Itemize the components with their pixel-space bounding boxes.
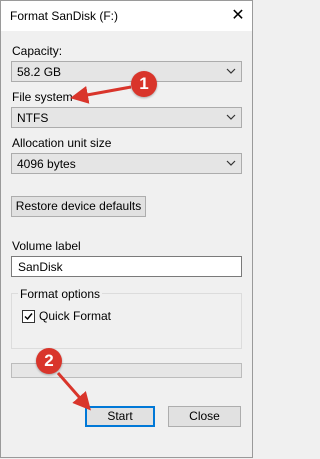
chevron-down-icon — [226, 68, 236, 74]
capacity-label: Capacity: — [12, 44, 63, 58]
annotation-badge-1: 1 — [131, 71, 157, 97]
chevron-down-icon — [226, 160, 236, 166]
allocation-value: 4096 bytes — [17, 157, 76, 171]
window-title: Format SanDisk (F:) — [10, 9, 119, 23]
file-system-dropdown[interactable]: NTFS — [11, 107, 242, 128]
restore-defaults-button[interactable]: Restore device defaults — [11, 196, 146, 217]
volume-label-field[interactable] — [11, 256, 242, 277]
volume-label-caption: Volume label — [12, 239, 81, 253]
format-options-title: Format options — [18, 287, 103, 301]
capacity-dropdown[interactable]: 58.2 GB — [11, 61, 242, 82]
allocation-label: Allocation unit size — [12, 136, 112, 150]
annotation-badge-2: 2 — [36, 348, 62, 374]
allocation-dropdown[interactable]: 4096 bytes — [11, 153, 242, 174]
capacity-value: 58.2 GB — [17, 65, 62, 79]
title-bar: Format SanDisk (F:) ✕ — [1, 1, 252, 31]
close-icon[interactable]: ✕ — [229, 7, 247, 25]
start-button[interactable]: Start — [85, 406, 155, 427]
close-button[interactable]: Close — [168, 406, 241, 427]
file-system-label: File system — [12, 90, 73, 104]
format-dialog: Format SanDisk (F:) ✕ Capacity: 58.2 GB … — [0, 0, 253, 458]
file-system-value: NTFS — [17, 111, 49, 125]
checkmark-icon — [24, 313, 33, 321]
quick-format-checkbox[interactable] — [22, 310, 35, 323]
chevron-down-icon — [226, 114, 236, 120]
volume-label-input[interactable] — [16, 259, 240, 275]
quick-format-label: Quick Format — [39, 309, 112, 323]
annotation-arrow-1 — [70, 85, 132, 104]
